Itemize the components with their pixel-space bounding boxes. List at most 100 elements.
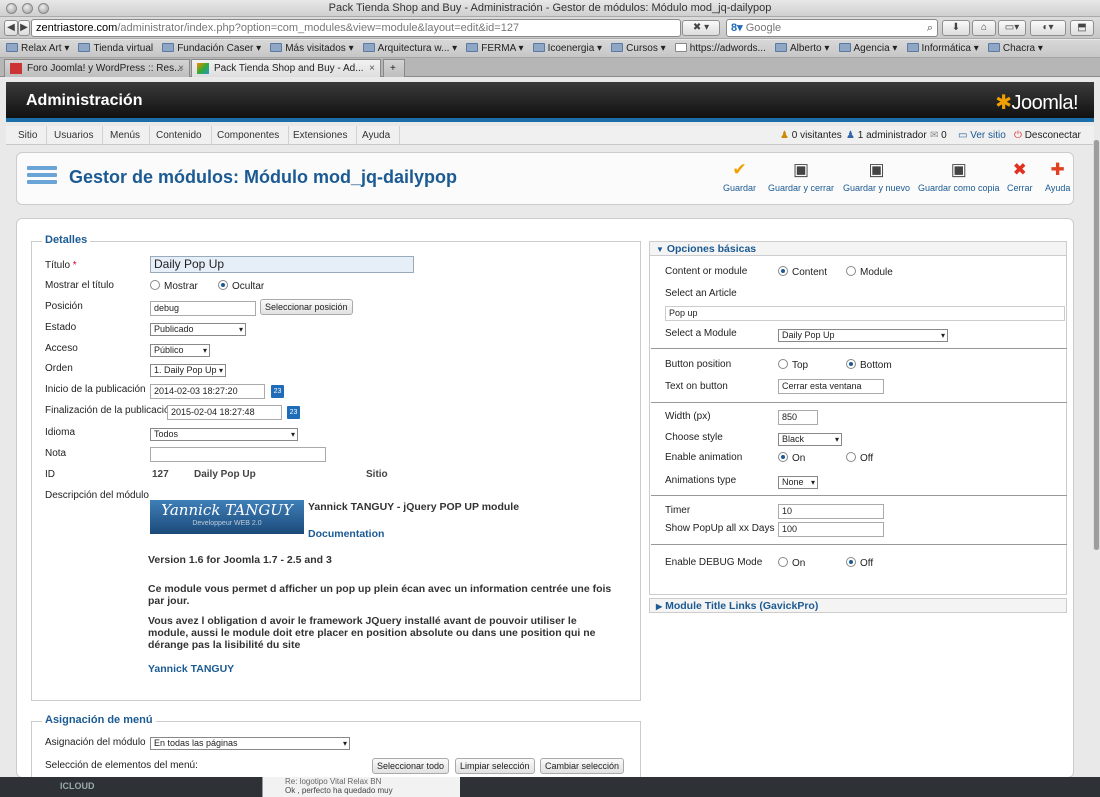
bookmark-item[interactable]: Más visitados ▾ (270, 40, 354, 57)
menu-sitio[interactable]: Sitio (18, 126, 48, 145)
bookmark-item[interactable]: Relax Art ▾ (6, 40, 69, 57)
bookmark-item[interactable]: https://adwords... (674, 40, 766, 57)
floppy-copy-icon: ▣ (950, 160, 967, 179)
title-links-header[interactable]: ▶ Module Title Links (GavickPro) (649, 598, 1067, 613)
addon-button[interactable]: ✖ ▾ (682, 20, 720, 36)
new-tab-button[interactable]: + (383, 59, 405, 77)
state-select[interactable]: Publicado ▾ (150, 323, 246, 336)
assignment-select[interactable]: En todas las páginas ▾ (150, 737, 350, 750)
downloads-icon[interactable]: ⬇ (942, 20, 970, 36)
order-select[interactable]: 1. Daily Pop Up ▾ (150, 364, 226, 377)
url-field[interactable]: zentriastore.com/administrator/index.php… (31, 19, 681, 37)
menu-menus[interactable]: Menús (110, 126, 151, 145)
close-window-button[interactable] (6, 3, 17, 14)
tab-foro-joomla[interactable]: Foro Joomla! y WordPress :: Res... × (4, 59, 190, 77)
admin-icon: ♟ (846, 130, 855, 141)
bookmark-item[interactable]: Informática ▾ (906, 40, 979, 57)
bookmark-item[interactable]: Alberto ▾ (774, 40, 829, 57)
article-input[interactable]: Pop up (665, 306, 1065, 321)
style-select[interactable]: Black ▾ (778, 433, 842, 446)
content-radio[interactable]: Content (778, 266, 827, 278)
bottom-radio[interactable]: Bottom (846, 359, 892, 371)
top-radio[interactable]: Top (778, 359, 808, 371)
zoom-window-button[interactable] (38, 3, 49, 14)
select-all-button[interactable]: Seleccionar todo (372, 758, 450, 774)
radio-icon (846, 452, 856, 462)
menu-extensiones[interactable]: Extensiones (293, 126, 358, 145)
folder-icon (466, 43, 479, 52)
bookmark-item[interactable]: Chacra ▾ (987, 40, 1043, 57)
folder-icon (362, 43, 375, 52)
bookmark-item[interactable]: Arquitectura w... ▾ (362, 40, 457, 57)
animation-type-select[interactable]: None ▾ (778, 476, 818, 489)
bookmark-item[interactable]: Icoenergia ▾ (532, 40, 602, 57)
bookmark-item[interactable]: FERMA ▾ (466, 40, 524, 57)
debug-off-radio[interactable]: Off (846, 557, 873, 569)
bookmark-item[interactable]: Tienda virtual (78, 40, 153, 57)
chevron-down-icon: ▾ (342, 739, 347, 748)
help-button[interactable]: ✚ Ayuda (1045, 160, 1070, 193)
search-field[interactable]: 8▾ Google ⌕ (726, 19, 938, 37)
access-select[interactable]: Público ▾ (150, 344, 210, 357)
description-label: Descripción del módulo (45, 490, 149, 501)
timer-input[interactable]: 10 (778, 504, 884, 519)
scrollbar-thumb[interactable] (1094, 140, 1099, 550)
show-title-radio[interactable]: Mostrar (150, 280, 198, 292)
module-radio[interactable]: Module (846, 266, 893, 278)
basic-options-header[interactable]: ▼ Opciones básicas (649, 241, 1067, 256)
publish-end-input[interactable]: 2015-02-04 18:27:48 (167, 405, 282, 420)
radio-selected-icon (218, 280, 228, 290)
messages-status[interactable]: ✉ 0 (930, 126, 947, 145)
menu-componentes[interactable]: Componentes (217, 126, 290, 145)
back-icon[interactable]: ◀ (4, 20, 18, 36)
animation-on-radio[interactable]: On (778, 452, 805, 464)
text-on-button-input[interactable]: Cerrar esta ventana (778, 379, 884, 394)
page-scrollbar[interactable] (1093, 140, 1100, 550)
logout-link[interactable]: ⏻ Desconectar (1014, 126, 1081, 145)
width-input[interactable]: 850 (778, 410, 818, 425)
title-input[interactable]: Daily Pop Up (150, 256, 414, 273)
author-link[interactable]: Yannick TANGUY (148, 663, 234, 675)
minimize-window-button[interactable] (22, 3, 33, 14)
search-icon[interactable]: ⌕ (927, 20, 933, 36)
toggle-selection-button[interactable]: Cambiar selección (540, 758, 625, 774)
forward-icon[interactable]: ▶ (18, 20, 30, 36)
author-banner: Yannick TANGUY Developpeur WEB 2.0 (150, 500, 304, 534)
save-new-button[interactable]: ▣ Guardar y nuevo (843, 160, 910, 193)
menu-ayuda[interactable]: Ayuda (362, 126, 401, 145)
save-copy-button[interactable]: ▣ Guardar como copia (918, 160, 1000, 193)
tab-pack-tienda[interactable]: Pack Tienda Shop and Buy - Ad... × (191, 59, 381, 77)
hide-title-radio[interactable]: Ocultar (218, 280, 264, 292)
bookmark-item[interactable]: Cursos ▾ (611, 40, 666, 57)
position-input[interactable]: debug (150, 301, 256, 316)
days-input[interactable]: 100 (778, 522, 884, 537)
save-button[interactable]: ✔ Guardar (723, 160, 756, 193)
menu-usuarios[interactable]: Usuarios (54, 126, 104, 145)
check-icon: ✔ (732, 160, 747, 179)
view-site-link[interactable]: ▭ Ver sitio (958, 126, 1006, 145)
debug-on-radio[interactable]: On (778, 557, 805, 569)
menu-contenido[interactable]: Contenido (156, 126, 212, 145)
clear-selection-button[interactable]: Limpiar selección (455, 758, 535, 774)
home-icon[interactable]: ⌂ (972, 20, 996, 36)
extension-icon[interactable]: ◐▾ (1030, 20, 1066, 36)
calendar-icon[interactable]: 23 (287, 406, 300, 419)
folder-icon (987, 43, 1000, 52)
close-tab-icon[interactable]: × (369, 60, 375, 77)
save-close-button[interactable]: ▣ Guardar y cerrar (768, 160, 834, 193)
publish-start-input[interactable]: 2014-02-03 18:27:20 (150, 384, 265, 399)
close-tab-icon[interactable]: × (178, 60, 184, 77)
menu-icon[interactable]: ⬒ (1070, 20, 1094, 36)
language-select[interactable]: Todos ▾ (150, 428, 298, 441)
folder-icon (906, 43, 919, 52)
bookmark-item[interactable]: Fundación Caser ▾ (162, 40, 261, 57)
calendar-icon[interactable]: 23 (271, 385, 284, 398)
bookmark-item[interactable]: Agencia ▾ (838, 40, 897, 57)
screen-icon[interactable]: ▭▾ (998, 20, 1026, 36)
documentation-link[interactable]: Documentation (308, 528, 384, 540)
select-position-button[interactable]: Seleccionar posición (260, 299, 353, 315)
close-button[interactable]: ✖ Cerrar (1007, 160, 1033, 193)
animation-off-radio[interactable]: Off (846, 452, 873, 464)
note-input[interactable] (150, 447, 326, 462)
module-select[interactable]: Daily Pop Up ▾ (778, 329, 948, 342)
